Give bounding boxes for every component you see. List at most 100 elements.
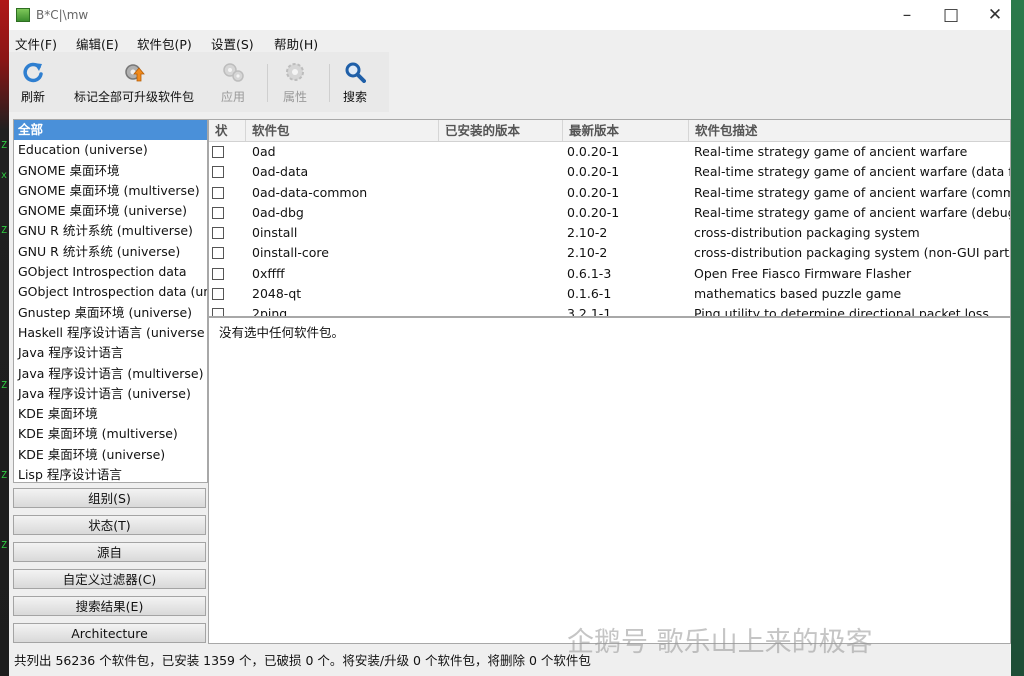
row-checkbox[interactable]	[212, 206, 224, 219]
search-button[interactable]: 搜索	[335, 52, 375, 112]
section-item[interactable]: Haskell 程序设计语言 (universe	[14, 323, 207, 343]
package-description: cross-distribution packaging system (non…	[694, 245, 1010, 261]
column-description[interactable]: 软件包描述	[689, 120, 1010, 141]
section-item[interactable]: GNU R 统计系统 (multiverse)	[14, 221, 207, 241]
table-row[interactable]: 0install 2.10-2 cross-distribution packa…	[209, 223, 1010, 243]
installed-version	[445, 183, 563, 203]
column-status[interactable]: 状	[209, 120, 246, 141]
apply-button[interactable]: 应用	[213, 52, 253, 112]
synaptic-window: B*C|\mw – □ ✕ 文件(F) 编辑(E) 软件包(P) 设置(S) 帮…	[9, 0, 1011, 676]
maximize-button[interactable]: □	[929, 3, 973, 27]
mark-all-upgrades-label: 标记全部可升级软件包	[73, 90, 194, 104]
refresh-icon	[23, 62, 43, 83]
latest-version: 3.2.1-1	[567, 306, 612, 317]
section-item[interactable]: GNOME 桌面环境 (multiverse)	[14, 181, 207, 201]
search-icon	[345, 62, 366, 83]
package-description: Real-time strategy game of ancient warfa…	[694, 164, 1010, 180]
menu-edit[interactable]: 编辑(E)	[76, 34, 119, 53]
menu-help[interactable]: 帮助(H)	[274, 34, 318, 53]
app-icon	[16, 8, 30, 22]
table-row[interactable]: 2ping 3.2.1-1 Ping utility to determine …	[209, 304, 1010, 317]
package-name: 0xffff	[252, 265, 285, 281]
installed-version	[445, 243, 563, 263]
latest-version: 0.0.20-1	[567, 164, 620, 180]
section-item[interactable]: GNU R 统计系统 (universe)	[14, 242, 207, 262]
filter-custom-button[interactable]: 自定义过滤器(C)	[13, 569, 206, 589]
section-item[interactable]: Java 程序设计语言 (multiverse)	[14, 364, 207, 384]
table-row[interactable]: 0ad 0.0.20-1 Real-time strategy game of …	[209, 142, 1010, 162]
package-name: 0install	[252, 225, 298, 241]
row-checkbox[interactable]	[212, 288, 224, 301]
package-detail-panel: 没有选中任何软件包。	[208, 317, 1011, 644]
latest-version: 2.10-2	[567, 245, 608, 261]
filter-status-button[interactable]: 状态(T)	[13, 515, 206, 535]
properties-button[interactable]: 属性	[275, 52, 315, 112]
row-checkbox[interactable]	[212, 308, 224, 316]
section-item-all[interactable]: 全部	[14, 120, 207, 141]
package-name: 2048-qt	[252, 286, 302, 302]
row-checkbox[interactable]	[212, 146, 224, 158]
package-name: 0ad-data-common	[252, 184, 368, 200]
menu-settings[interactable]: 设置(S)	[211, 34, 254, 53]
menu-package[interactable]: 软件包(P)	[137, 34, 192, 53]
watermark-text: 企鹅号 歌乐山上来的极客	[567, 627, 873, 658]
column-package[interactable]: 软件包	[246, 120, 439, 141]
column-latest-version[interactable]: 最新版本	[563, 120, 689, 141]
section-item[interactable]: GNOME 桌面环境	[14, 161, 207, 181]
filter-architecture-button[interactable]: Architecture	[13, 623, 206, 643]
section-item[interactable]: GObject Introspection data	[14, 262, 207, 282]
row-checkbox[interactable]	[212, 186, 224, 199]
table-row[interactable]: 0xffff 0.6.1-3 Open Free Fiasco Firmware…	[209, 264, 1010, 284]
row-checkbox[interactable]	[212, 247, 224, 260]
package-description: mathematics based puzzle game	[694, 286, 902, 302]
section-item[interactable]: Education (universe)	[14, 140, 207, 160]
filter-origin-button[interactable]: 源自	[13, 542, 206, 562]
package-description: cross-distribution packaging system	[694, 225, 920, 241]
table-row[interactable]: 0ad-data 0.0.20-1 Real-time strategy gam…	[209, 162, 1010, 182]
package-table: 状 软件包 已安装的版本 最新版本 软件包描述 0ad 0.0.20-1 Rea…	[208, 119, 1011, 317]
row-checkbox[interactable]	[212, 267, 224, 280]
installed-version	[445, 162, 563, 182]
section-item[interactable]: GObject Introspection data (un	[14, 282, 207, 302]
section-item[interactable]: Gnustep 桌面环境 (universe)	[14, 303, 207, 323]
package-description: Real-time strategy game of ancient warfa…	[694, 184, 1010, 200]
table-header: 状 软件包 已安装的版本 最新版本 软件包描述	[209, 120, 1010, 142]
section-item[interactable]: KDE 桌面环境	[14, 404, 207, 424]
section-item[interactable]: Java 程序设计语言 (universe)	[14, 384, 207, 404]
table-row[interactable]: 2048-qt 0.1.6-1 mathematics based puzzle…	[209, 284, 1010, 304]
package-description: Open Free Fiasco Firmware Flasher	[694, 265, 912, 281]
package-description: Real-time strategy game of ancient warfa…	[694, 144, 968, 159]
section-item[interactable]: KDE 桌面环境 (multiverse)	[14, 424, 207, 444]
installed-version	[445, 203, 563, 223]
filter-search-results-button[interactable]: 搜索结果(E)	[13, 596, 206, 616]
latest-version: 0.1.6-1	[567, 286, 612, 302]
latest-version: 0.0.20-1	[567, 184, 620, 200]
section-item[interactable]: GNOME 桌面环境 (universe)	[14, 201, 207, 221]
background-terminal-strip: ZxZ ZZZ	[0, 0, 9, 676]
minimize-button[interactable]: –	[885, 3, 929, 27]
table-row[interactable]: 0install-core 2.10-2 cross-distribution …	[209, 243, 1010, 263]
section-item[interactable]: Lisp 程序设计语言	[14, 465, 207, 482]
close-button[interactable]: ✕	[973, 3, 1017, 27]
section-item[interactable]: Java 程序设计语言	[14, 343, 207, 363]
installed-version	[445, 223, 563, 243]
table-rows: 0ad 0.0.20-1 Real-time strategy game of …	[209, 142, 1010, 317]
filter-sections-button[interactable]: 组别(S)	[13, 488, 206, 508]
section-item[interactable]: KDE 桌面环境 (universe)	[14, 445, 207, 465]
upgrade-icon	[125, 64, 145, 82]
column-installed-version[interactable]: 已安装的版本	[439, 120, 563, 141]
detail-message: 没有选中任何软件包。	[219, 325, 345, 340]
refresh-button[interactable]: 刷新	[13, 52, 53, 112]
section-list: 全部 Education (universe) GNOME 桌面环境 GNOME…	[13, 119, 208, 483]
row-checkbox[interactable]	[212, 166, 224, 179]
table-row[interactable]: 0ad-dbg 0.0.20-1 Real-time strategy game…	[209, 203, 1010, 223]
watermark: 企鹅号 歌乐山上来的极客	[567, 620, 873, 660]
table-row[interactable]: 0ad-data-common 0.0.20-1 Real-time strat…	[209, 183, 1010, 203]
toolbar-separator	[329, 64, 330, 102]
menu-file[interactable]: 文件(F)	[15, 34, 57, 53]
package-description: Real-time strategy game of ancient warfa…	[694, 204, 1010, 220]
search-label: 搜索	[342, 90, 367, 104]
toolbar: 刷新 标记全部可升级软件包 应用 属性 搜索	[9, 52, 389, 112]
row-checkbox[interactable]	[212, 227, 224, 240]
mark-all-upgrades-button[interactable]: 标记全部可升级软件包	[64, 52, 204, 112]
